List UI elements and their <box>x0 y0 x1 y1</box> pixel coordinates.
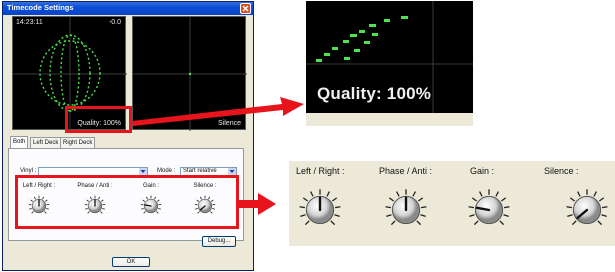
zoomed-knob-dial-icon[interactable] <box>298 188 342 232</box>
arrow-to-knobs-zoom <box>239 193 276 215</box>
zoomed-knob-label: Gain : <box>470 166 495 176</box>
zoomed-knob-1 <box>298 188 342 234</box>
quality-zoom-footer <box>306 113 473 126</box>
zoomed-knob-label: Left / Right : <box>296 166 345 176</box>
zoomed-knob-dial-icon[interactable] <box>467 188 511 232</box>
zoomed-quality-readout: Quality: 100% <box>317 84 432 103</box>
zoomed-knob-dial-icon[interactable] <box>384 188 428 232</box>
zoomed-knob-dial-icon[interactable] <box>565 188 609 232</box>
zoomed-knob-2 <box>384 188 428 234</box>
zoomed-knob-3 <box>467 188 511 234</box>
arrow-to-quality-zoom <box>132 97 304 126</box>
zoomed-knob-4 <box>565 188 609 234</box>
zoomed-knob-label: Phase / Anti : <box>379 166 433 176</box>
zoomed-knob-label: Silence : <box>544 166 579 176</box>
